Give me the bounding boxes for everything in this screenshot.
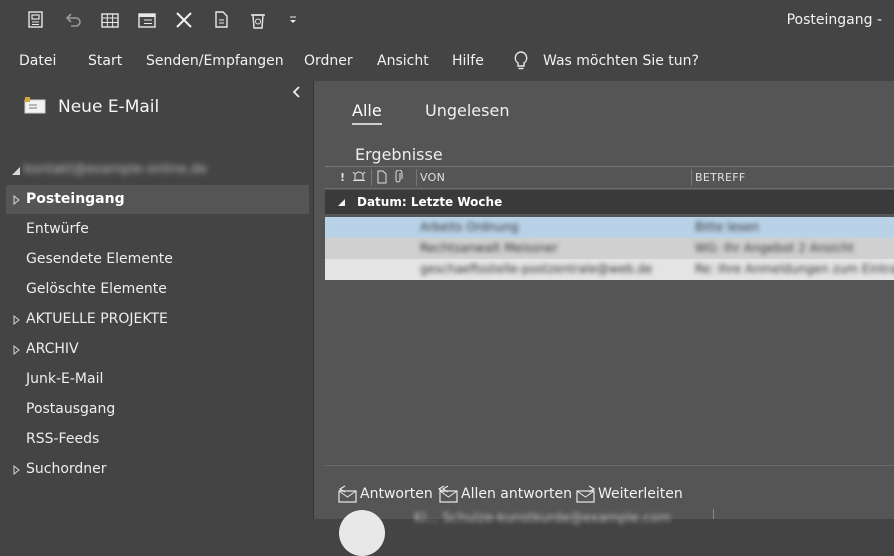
folder-posteingang[interactable]: Posteingang	[6, 185, 309, 214]
mail-subject: Re: Ihre Anmeldungen zum Eintrag	[695, 262, 894, 276]
mail-subject: WG: Ihr Angebot 2 Ansicht	[695, 241, 854, 255]
expand-arrow-icon[interactable]	[13, 315, 20, 325]
filter-all-tab[interactable]: Alle	[352, 101, 382, 125]
mail-subject: Bitte lesen	[695, 220, 760, 234]
new-mail-button[interactable]: Neue E-Mail	[58, 97, 159, 117]
collapse-pane-icon[interactable]	[290, 85, 304, 99]
send-receive-all-icon[interactable]	[25, 9, 47, 31]
reply-label: Antworten	[360, 486, 433, 502]
folder-label: Postausgang	[26, 401, 116, 417]
folder-label: Junk-E-Mail	[26, 371, 104, 387]
quick-access-toolbar: Posteingang -	[0, 0, 894, 41]
subject-column[interactable]: BETREFF	[695, 171, 746, 184]
filter-unread-tab[interactable]: Ungelesen	[425, 101, 509, 120]
empty-recycle-icon[interactable]	[247, 9, 269, 31]
menu-ansicht[interactable]: Ansicht	[377, 53, 429, 69]
window-title: Posteingang -	[786, 12, 882, 28]
results-label: Ergebnisse	[355, 145, 443, 164]
expand-arrow-icon[interactable]	[13, 195, 20, 205]
importance-column[interactable]: !	[340, 171, 345, 184]
folder-aktuelle-projekte[interactable]: AKTUELLE PROJEKTE	[6, 305, 309, 334]
reply-all-label: Allen antworten	[461, 486, 572, 502]
reply-all-button[interactable]: Allen antworten	[438, 485, 572, 503]
menu-hilfe[interactable]: Hilfe	[452, 53, 484, 69]
folder-label: Entwürfe	[26, 221, 89, 237]
folder-junk-e-mail[interactable]: Junk-E-Mail	[6, 365, 309, 394]
undo-icon[interactable]	[62, 9, 84, 31]
mail-from: Rechtsanwalt Meissner	[420, 241, 558, 255]
copy-icon[interactable]	[210, 9, 232, 31]
folder-gesendete-elemente[interactable]: Gesendete Elemente	[6, 245, 309, 274]
collapse-triangle-icon[interactable]	[338, 199, 345, 206]
folder-suchordner[interactable]: Suchordner	[6, 455, 309, 484]
group-label: Datum: Letzte Woche	[357, 195, 503, 209]
from-column[interactable]: VON	[420, 171, 445, 184]
menu-start[interactable]: Start	[88, 53, 122, 69]
menu-ordner[interactable]: Ordner	[304, 53, 353, 69]
folder-entw-rfe[interactable]: Entwürfe	[6, 215, 309, 244]
folder-label: Posteingang	[26, 191, 125, 207]
mail-row[interactable]: geschaeftsstelle-postzentrale@web.de Re: …	[325, 259, 894, 280]
mail-from: Arbeits Ordnung	[420, 220, 519, 234]
expand-arrow-icon[interactable]	[13, 345, 20, 355]
grid-view-icon[interactable]	[99, 9, 121, 31]
mail-row[interactable]: Rechtsanwalt Meissner WG: Ihr Angebot 2 A…	[325, 238, 894, 259]
folder-archiv[interactable]: ARCHIV	[6, 335, 309, 364]
mail-from: geschaeftsstelle-postzentrale@web.de	[420, 262, 653, 276]
reply-icon	[338, 485, 357, 503]
account-name[interactable]: kontakt@example-online.de	[24, 162, 207, 177]
tell-me-search[interactable]: Was möchten Sie tun?	[543, 53, 699, 69]
forward-button[interactable]: Weiterleiten	[575, 485, 683, 503]
sender-avatar	[339, 510, 385, 556]
menu-datei[interactable]: Datei	[19, 53, 56, 69]
expand-triangle-icon[interactable]	[12, 167, 21, 176]
lightbulb-icon	[514, 51, 528, 70]
folder-label: Gesendete Elemente	[26, 251, 173, 267]
delete-icon[interactable]	[173, 9, 195, 31]
folder-postausgang[interactable]: Postausgang	[6, 395, 309, 424]
reminder-bell-icon[interactable]	[351, 170, 367, 184]
forward-label: Weiterleiten	[598, 486, 683, 502]
folder-label: Gelöschte Elemente	[26, 281, 167, 297]
folder-rss-feeds[interactable]: RSS-Feeds	[6, 425, 309, 454]
mail-row[interactable]: Arbeits Ordnung Bitte lesen	[325, 217, 894, 238]
folder-label: Suchordner	[26, 461, 107, 477]
document-icon[interactable]	[376, 170, 388, 184]
folder-label: AKTUELLE PROJEKTE	[26, 311, 168, 327]
menu-senden-empfangen[interactable]: Senden/Empfangen	[146, 53, 284, 69]
folder-label: RSS-Feeds	[26, 431, 100, 447]
expand-arrow-icon[interactable]	[13, 465, 20, 475]
folder-label: ARCHIV	[26, 341, 79, 357]
menu-bar: Datei Start Senden/Empfangen Ordner Ansi…	[0, 41, 894, 81]
attachment-icon[interactable]	[393, 170, 405, 184]
customize-toolbar-icon[interactable]	[282, 9, 304, 31]
divider	[713, 509, 714, 519]
folder-gel-schte-elemente[interactable]: Gelöschte Elemente	[6, 275, 309, 304]
reply-all-icon	[438, 485, 458, 503]
column-header: ! VON BETREFF	[325, 166, 894, 189]
new-mail-icon[interactable]	[24, 97, 48, 115]
date-group-header[interactable]: Datum: Letzte Woche	[325, 190, 894, 214]
reply-button[interactable]: Antworten	[337, 485, 433, 503]
forward-icon	[576, 485, 596, 503]
calendar-view-icon[interactable]	[136, 9, 158, 31]
